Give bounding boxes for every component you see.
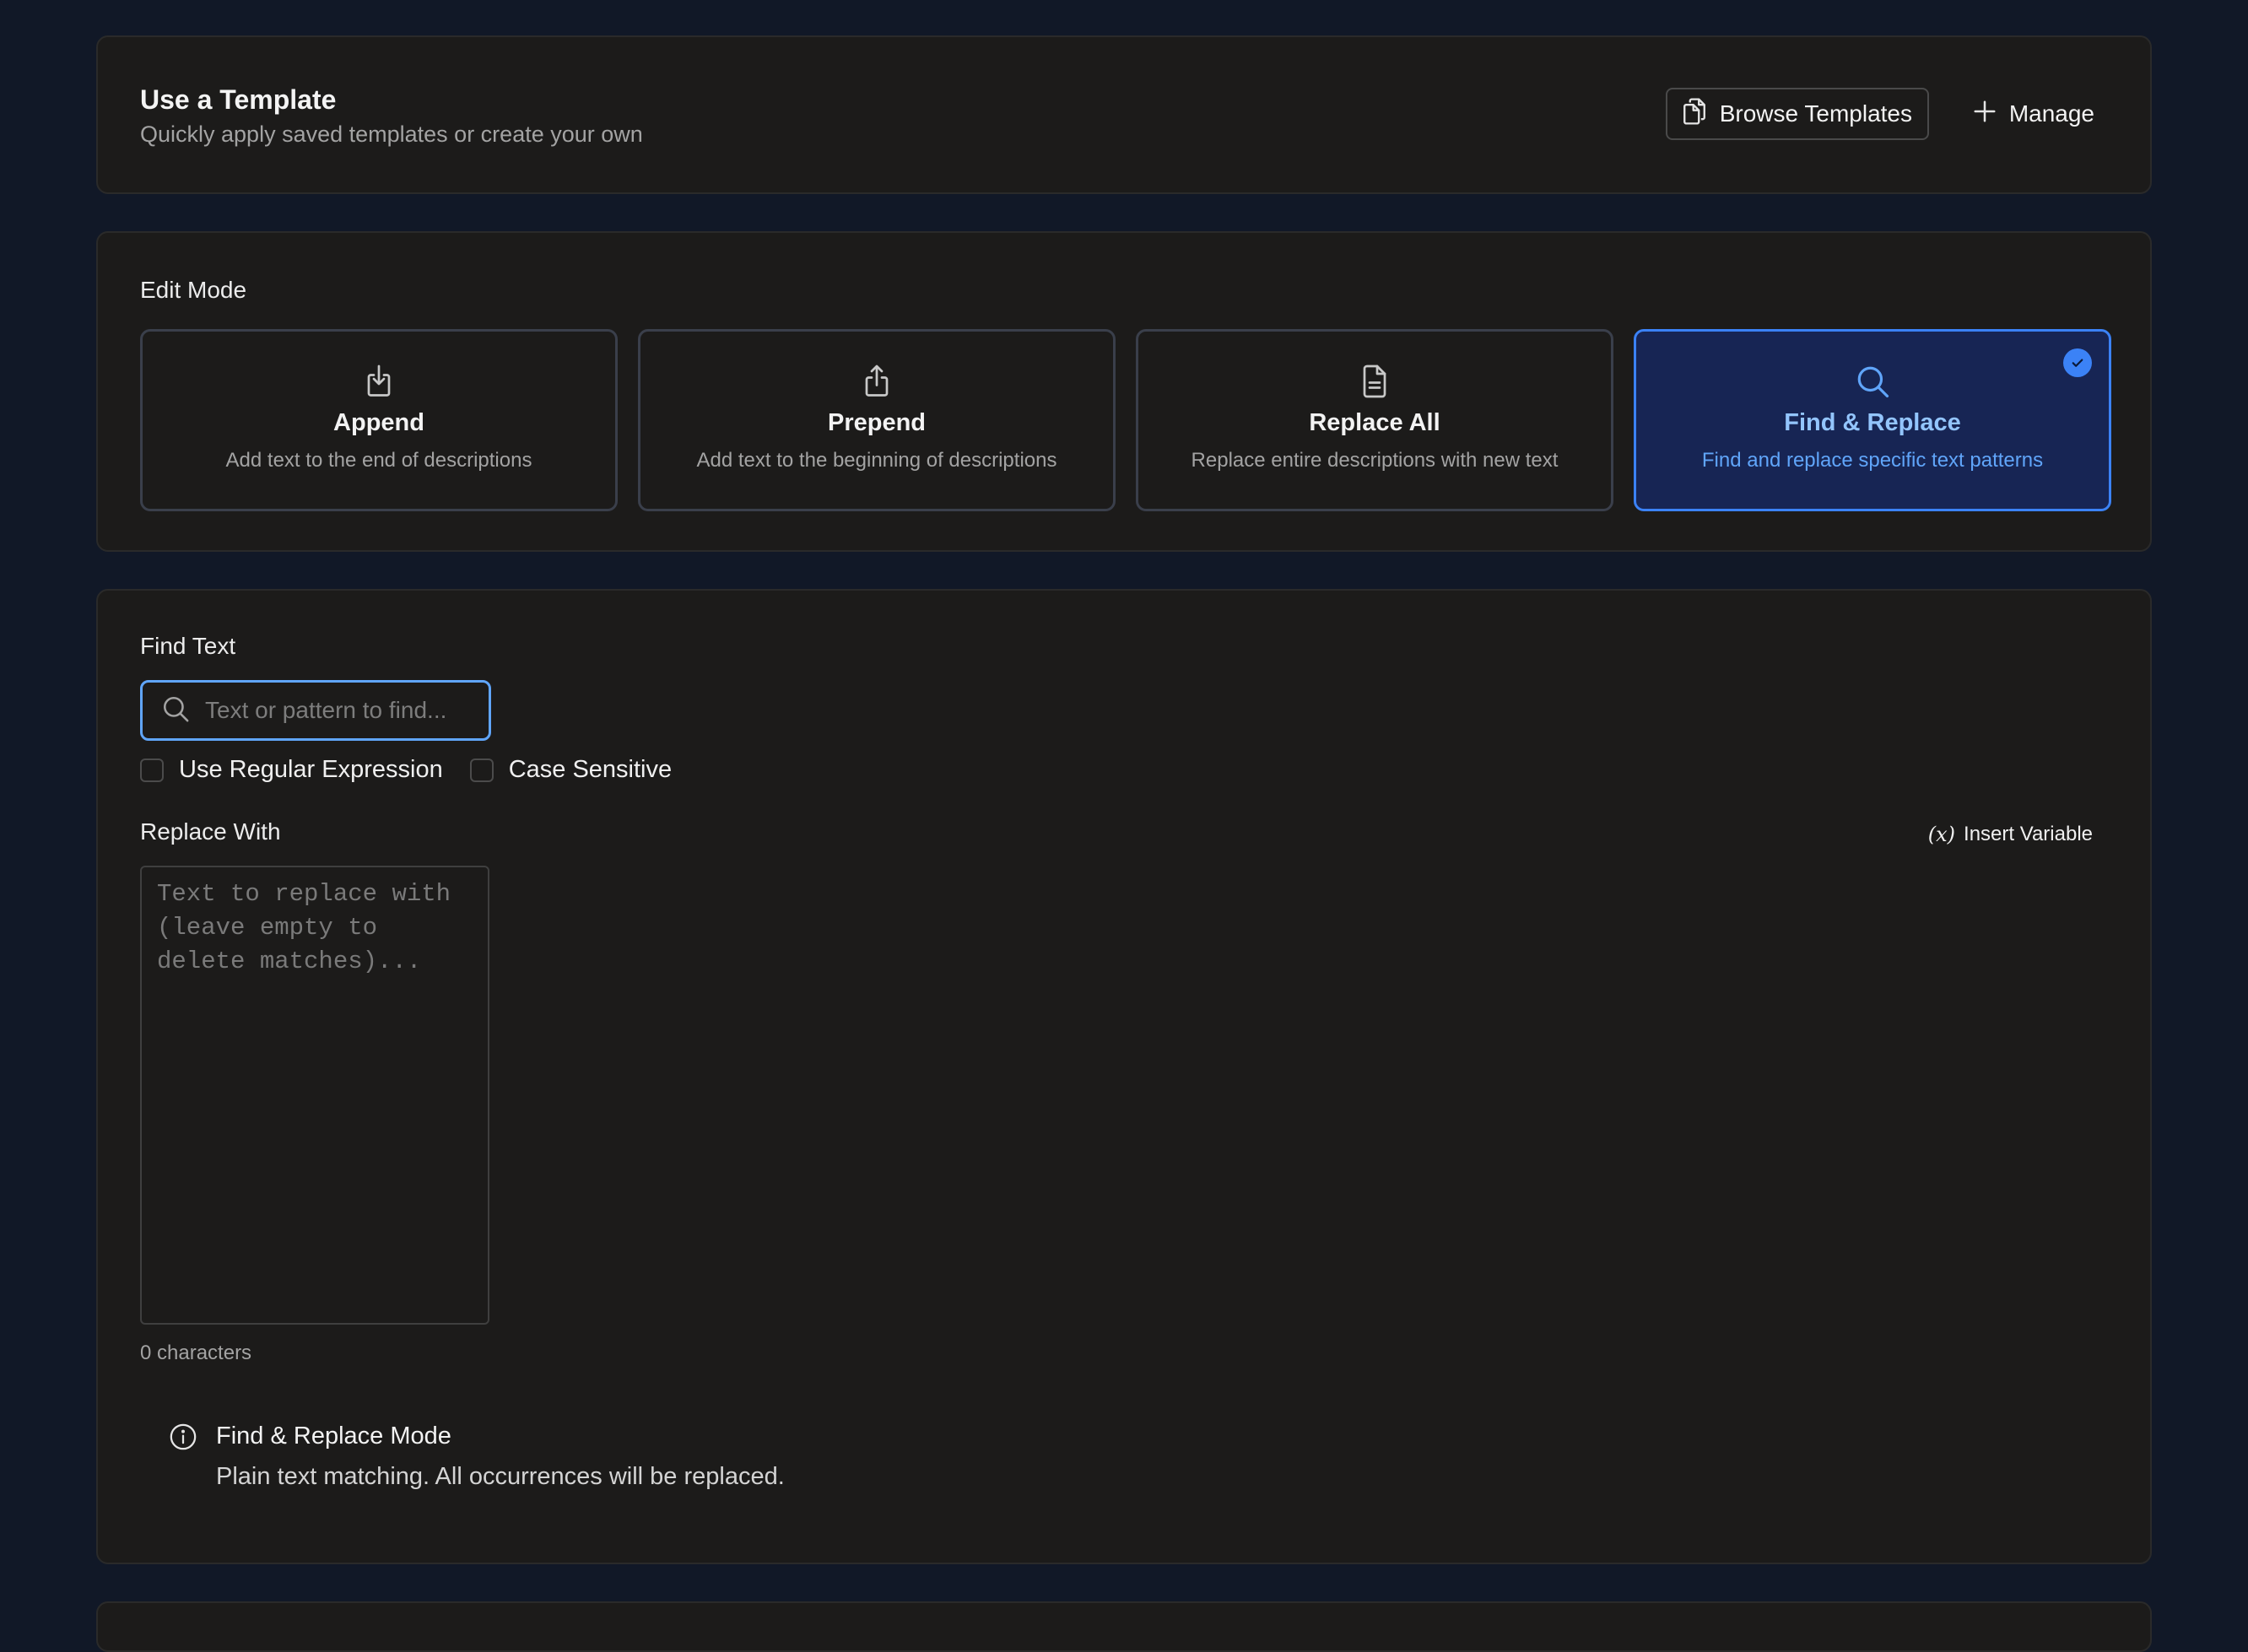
template-subtitle: Quickly apply saved templates or create … — [140, 121, 643, 147]
insert-variable-label: Insert Variable — [1964, 823, 2093, 845]
download-icon — [364, 362, 394, 401]
browse-templates-label: Browse Templates — [1719, 100, 1912, 127]
case-sensitive-label: Case Sensitive — [508, 756, 673, 783]
browse-templates-button[interactable]: Browse Templates — [1665, 88, 1929, 140]
next-section-card — [96, 1601, 2152, 1652]
info-text: Plain text matching. All occurrences wil… — [216, 1463, 785, 1490]
mode-append-description: Add text to the end of descriptions — [225, 449, 532, 472]
mode-append[interactable]: Append Add text to the end of descriptio… — [140, 329, 618, 511]
edit-mode-options: Append Add text to the end of descriptio… — [140, 329, 2111, 511]
plus-icon — [1972, 99, 1997, 130]
mode-prepend-description: Add text to the beginning of description… — [696, 449, 1057, 472]
mode-replace-all[interactable]: Replace All Replace entire descriptions … — [1136, 329, 1613, 511]
search-icon — [161, 694, 190, 727]
find-text-input[interactable] — [203, 696, 477, 725]
share-icon — [862, 362, 892, 401]
mode-find-replace[interactable]: Find & Replace Find and replace specific… — [1634, 329, 2111, 511]
find-input-container — [140, 680, 491, 741]
match-options: Use Regular Expression Case Sensitive — [140, 756, 699, 784]
insert-variable-button[interactable]: (x) Insert Variable — [1923, 822, 2098, 847]
find-text-label: Find Text — [140, 633, 236, 659]
replace-with-textarea[interactable] — [140, 866, 489, 1325]
selected-check-icon — [2063, 348, 2092, 377]
mode-prepend-title: Prepend — [827, 409, 927, 436]
manage-label: Manage — [2008, 100, 2094, 127]
template-card: Use a Template Quickly apply saved templ… — [96, 35, 2152, 194]
mode-prepend[interactable]: Prepend Add text to the beginning of des… — [638, 329, 1116, 511]
mode-replace-all-title: Replace All — [1309, 409, 1440, 436]
edit-mode-label: Edit Mode — [140, 277, 247, 303]
edit-mode-card: Edit Mode Append Add text to the end of … — [96, 231, 2152, 552]
find-replace-form-card: Find Text Use Regular Expression Case Se… — [96, 589, 2152, 1564]
case-sensitive-checkbox[interactable] — [469, 758, 494, 782]
copy-icon — [1681, 97, 1708, 132]
mode-find-replace-title: Find & Replace — [1784, 409, 1961, 436]
regex-option[interactable]: Use Regular Expression — [140, 756, 443, 784]
regex-label: Use Regular Expression — [179, 756, 443, 783]
search-icon — [1855, 362, 1890, 401]
mode-replace-all-description: Replace entire descriptions with new tex… — [1191, 449, 1559, 472]
variable-icon: (x) — [1927, 823, 1956, 846]
case-sensitive-option[interactable]: Case Sensitive — [469, 756, 673, 784]
mode-append-title: Append — [333, 409, 424, 436]
info-title: Find & Replace Mode — [216, 1423, 451, 1450]
replace-with-label: Replace With — [140, 818, 281, 845]
template-title: Use a Template — [140, 84, 337, 115]
mode-find-replace-description: Find and replace specific text patterns — [1701, 449, 2044, 472]
manage-button[interactable]: Manage — [1972, 88, 2094, 140]
document-icon — [1359, 362, 1390, 401]
character-count: 0 characters — [140, 1342, 252, 1364]
info-icon — [169, 1423, 197, 1455]
regex-checkbox[interactable] — [140, 758, 164, 782]
page: Use a Template Quickly apply saved templ… — [96, 35, 2152, 1564]
